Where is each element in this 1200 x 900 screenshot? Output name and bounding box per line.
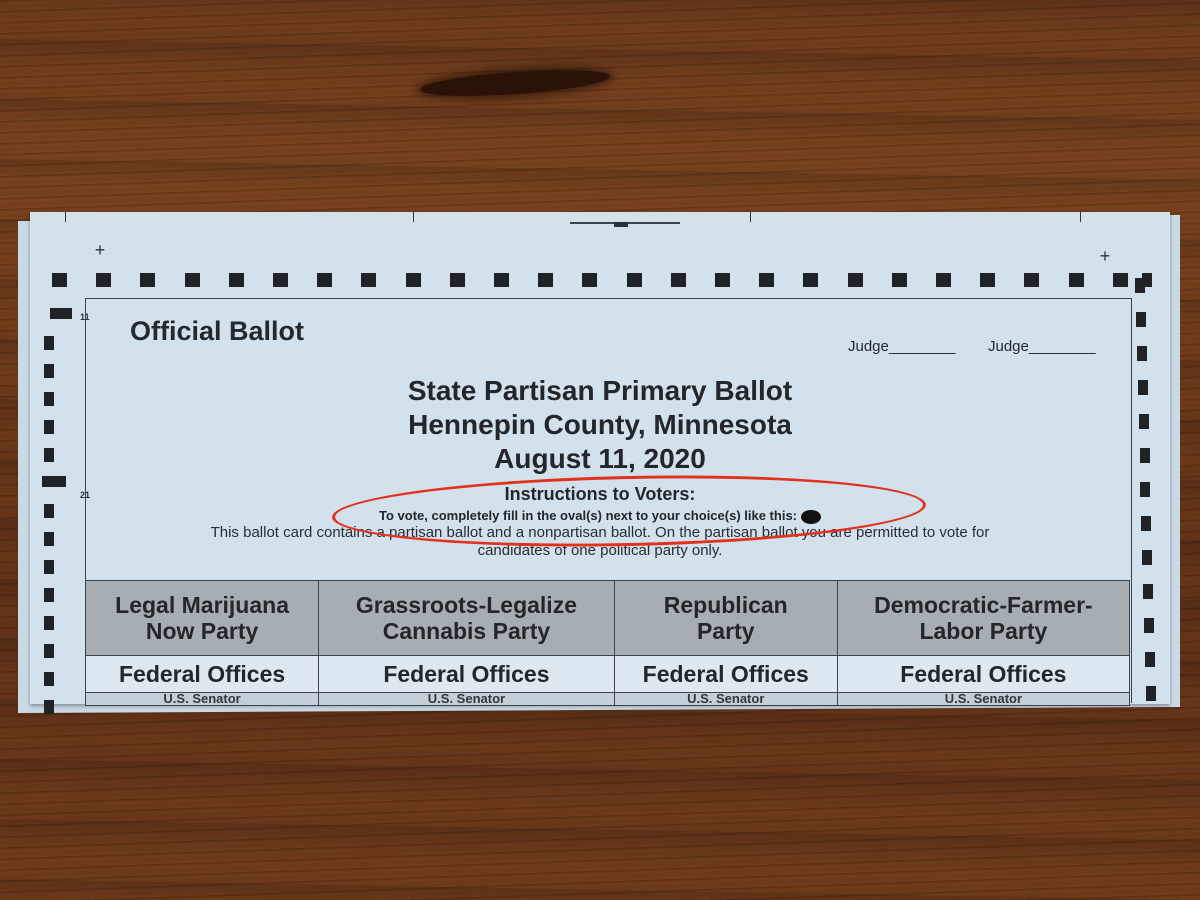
timing-mark: [1145, 652, 1155, 667]
timing-mark: [1140, 448, 1150, 463]
timing-mark: [317, 273, 333, 287]
timing-mark: [44, 560, 54, 574]
timing-mark: [1144, 618, 1154, 633]
party-name-line: Labor Party: [919, 618, 1048, 644]
timing-mark: [1140, 482, 1150, 497]
timing-mark: [184, 273, 200, 287]
timing-mark: [405, 273, 421, 287]
party-header-row: Legal Marijuana Now Party Grassroots-Lega…: [84, 580, 1131, 656]
timing-mark: [1068, 273, 1084, 287]
timing-mark: [936, 273, 951, 287]
timing-mark: [715, 273, 730, 287]
judge-signature-line: Judge________: [988, 338, 1096, 355]
registration-crosshair-icon: +: [1099, 246, 1111, 266]
judge-signature-line: Judge________: [848, 338, 956, 355]
alignment-mark: [614, 222, 628, 227]
registration-crosshair-icon: +: [94, 240, 106, 260]
timing-mark: [847, 273, 863, 287]
party-header-republican: Republican Party: [613, 580, 838, 656]
timing-mark: [44, 672, 54, 686]
top-edge-tick: [65, 212, 66, 222]
party-name-line: Party: [696, 618, 755, 644]
section-label: Federal Offices: [613, 655, 838, 693]
party-name-line: Democratic-Farmer-: [874, 592, 1093, 618]
timing-mark: [42, 476, 66, 487]
timing-mark: [980, 273, 996, 287]
office-label: U.S. Senator: [613, 692, 838, 706]
timing-mark: [50, 308, 72, 319]
top-edge-tick: [413, 212, 414, 222]
timing-mark: [1137, 346, 1147, 361]
party-name-line: Legal Marijuana: [115, 592, 289, 618]
office-label: U.S. Senator: [84, 692, 320, 706]
timing-mark: [1112, 273, 1128, 287]
timing-mark: [44, 616, 54, 630]
party-name-line: Grassroots-Legalize: [355, 592, 577, 618]
ballot-card: + + 11 21 Official Ballot Judge________ …: [30, 212, 1170, 714]
timing-mark: [44, 392, 54, 406]
office-label: U.S. Senator: [318, 692, 615, 706]
timing-mark: [44, 644, 54, 658]
timing-mark: [1141, 516, 1151, 531]
timing-mark: [1135, 278, 1145, 293]
party-header-dfl: Democratic-Farmer- Labor Party: [836, 580, 1131, 656]
timing-mark: [273, 273, 288, 287]
timing-mark: [1142, 550, 1152, 565]
timing-mark: [44, 364, 54, 378]
timing-mark: [44, 420, 54, 434]
timing-mark: [96, 273, 112, 287]
timing-mark: [228, 273, 244, 287]
timing-mark: [670, 273, 686, 287]
office-label: U.S. Senator: [836, 692, 1131, 706]
section-label: Federal Offices: [318, 655, 615, 693]
timing-mark: [891, 273, 907, 287]
timing-mark: [44, 588, 54, 602]
timing-mark: [626, 273, 642, 287]
party-header-legal-marijuana-now: Legal Marijuana Now Party: [84, 580, 320, 656]
ballot-title: State Partisan Primary Ballot Hennepin C…: [30, 374, 1170, 476]
office-row: U.S. Senator U.S. Senator U.S. Senator U…: [84, 692, 1131, 706]
timing-mark: [44, 336, 54, 350]
title-line: August 11, 2020: [494, 443, 706, 474]
timing-mark: [361, 273, 377, 287]
top-edge-tick: [1080, 212, 1081, 222]
timing-mark: [44, 700, 54, 714]
top-edge-tick: [750, 212, 751, 222]
timing-mark: [1024, 273, 1040, 287]
party-name-line: Republican: [663, 592, 788, 618]
timing-mark: [1139, 414, 1149, 429]
timing-mark: [494, 273, 509, 287]
timing-mark: [582, 273, 598, 287]
timing-mark: [803, 273, 819, 287]
timing-mark: [1136, 312, 1146, 327]
timing-mark: [1143, 584, 1153, 599]
timing-mark: [44, 532, 54, 546]
timing-mark: [140, 273, 156, 287]
timing-mark: [52, 273, 67, 287]
timing-mark: [449, 273, 465, 287]
party-name-line: Now Party: [145, 618, 259, 644]
section-row: Federal Offices Federal Offices Federal …: [84, 655, 1131, 693]
timing-mark: [538, 273, 554, 287]
party-header-grassroots: Grassroots-Legalize Cannabis Party: [318, 580, 615, 656]
timing-mark: [1138, 380, 1148, 395]
section-label: Federal Offices: [84, 655, 320, 693]
title-line: Hennepin County, Minnesota: [408, 409, 792, 440]
party-columns-table: Legal Marijuana Now Party Grassroots-Lega…: [84, 580, 1131, 706]
timing-mark: [44, 504, 54, 518]
official-ballot-label: Official Ballot: [130, 316, 305, 346]
timing-mark: [759, 273, 775, 287]
party-name-line: Cannabis Party: [382, 618, 551, 644]
title-line: State Partisan Primary Ballot: [407, 375, 793, 406]
timing-mark: [1146, 686, 1156, 701]
section-label: Federal Offices: [836, 655, 1131, 693]
wood-knot: [419, 65, 611, 101]
timing-mark: [44, 448, 54, 462]
